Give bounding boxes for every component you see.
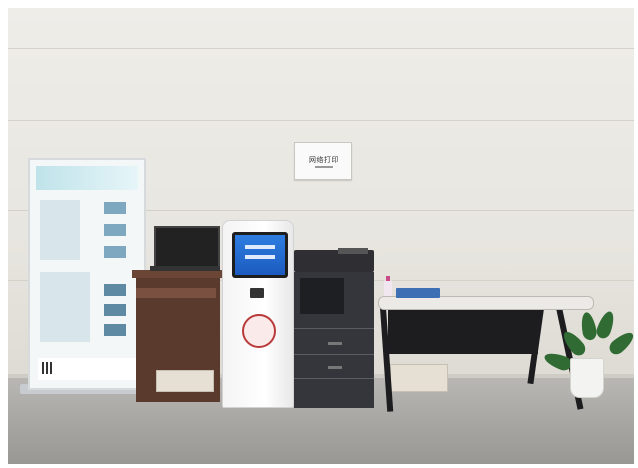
banner-text-block xyxy=(40,200,80,260)
kiosk-screen-button xyxy=(245,255,275,259)
photo-frame: 网络打印 xyxy=(8,8,634,464)
copier-output-tray xyxy=(300,278,344,314)
banner-header xyxy=(36,166,138,190)
table-frame xyxy=(388,308,538,354)
wall-seam xyxy=(8,120,634,121)
banner-thumbnail xyxy=(104,224,126,236)
copier-drawer-handle xyxy=(328,342,342,345)
blue-box xyxy=(396,288,440,298)
kiosk-screen xyxy=(232,232,288,278)
copier-control-panel xyxy=(338,248,368,254)
desk-shelf xyxy=(136,288,216,298)
copier-drawer-line xyxy=(294,378,374,379)
desk-top xyxy=(132,270,222,278)
copier-drawer-line xyxy=(294,354,374,355)
banner-text-block xyxy=(40,272,90,342)
rollup-banner xyxy=(28,158,146,390)
sanitizer-bottle xyxy=(384,280,392,296)
table-top xyxy=(378,296,594,310)
wall-sign-underline xyxy=(315,166,333,168)
wall-seam xyxy=(8,48,634,49)
copier-drawer-line xyxy=(294,328,374,329)
cardboard-box xyxy=(156,370,214,392)
banner-thumbnail xyxy=(104,304,126,316)
kiosk-logo xyxy=(242,314,276,348)
laptop-screen xyxy=(154,226,220,270)
laptop-base xyxy=(150,266,220,271)
banner-thumbnail xyxy=(104,284,126,296)
banner-thumbnail xyxy=(104,202,126,214)
banner-thumbnail xyxy=(104,324,126,336)
banner-thumbnail xyxy=(104,246,126,258)
kiosk-screen-button xyxy=(245,245,275,249)
wall-sign: 网络打印 xyxy=(294,142,352,180)
plant-pot xyxy=(570,358,604,398)
sanitizer-cap xyxy=(386,276,390,281)
kiosk-card-reader xyxy=(250,288,264,298)
qr-code xyxy=(42,362,54,374)
cardboard-box xyxy=(390,364,448,392)
copier-drawer-handle xyxy=(328,366,342,369)
wall-sign-text: 网络打印 xyxy=(309,157,339,164)
